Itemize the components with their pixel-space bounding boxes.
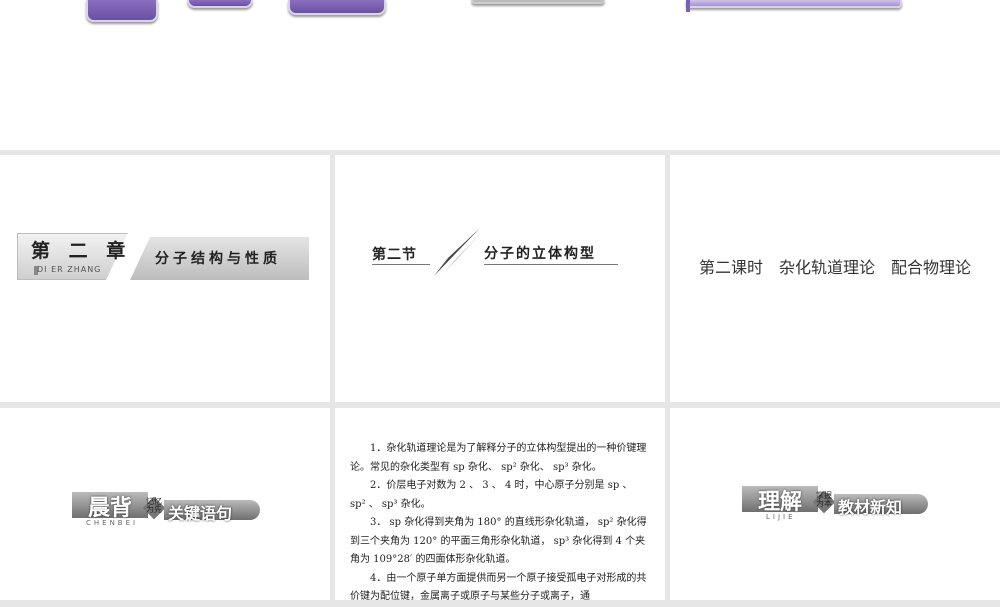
nav-button-1[interactable]: [86, 0, 158, 22]
badge-recite-tail: 关键语句: [168, 504, 233, 523]
nav-button-3[interactable]: [288, 0, 386, 15]
nav-button-5[interactable]: [686, 0, 902, 8]
section-slash-decoration: [434, 228, 482, 276]
badge-recite-pinyin: CHENBEI: [86, 519, 139, 527]
badge-recite-big: 晨背: [88, 496, 133, 521]
section-underline-right: [484, 264, 618, 265]
section-underline-left: [372, 264, 430, 265]
slide-lesson[interactable]: [670, 155, 1000, 402]
slide-section[interactable]: [335, 155, 665, 402]
key-point-1: 1．杂化轨道理论是为了解释分子的立体构型提出的一种价键理论。常见的杂化类型有 s…: [350, 443, 647, 473]
nav-bar-marker: [686, 0, 690, 12]
top-slide: [0, 0, 1000, 150]
chapter-banner: 第 二 章 DI ER ZHANG 分子结构与性质: [17, 233, 309, 280]
key-point-4: 4．由一个原子单方面提供而另一个原子接受孤电子对形成的共价键为配位键，金属离子或…: [350, 572, 647, 603]
section-number: 第二节: [372, 247, 417, 263]
nav-button-4[interactable]: [471, 0, 605, 4]
chapter-subtitle: DI ER ZHANG: [37, 265, 102, 274]
badge-understand-tail: 教材新知: [838, 498, 903, 517]
badge-understand-small: 掌握 为本: [816, 491, 832, 508]
lesson-title: 第二课时 杂化轨道理论 配合物理论: [698, 258, 971, 277]
badge-recite-small: 记忆 为先: [146, 497, 162, 514]
key-point-3: 3． sp 杂化得到夹角为 180° 的直线形杂化轨道， sp² 杂化得到三个夹…: [350, 517, 647, 565]
key-point-2: 2．价层电子对数为 2 、 3 、 4 时，中心原子分别是 sp 、 sp² 、…: [350, 480, 633, 510]
section-name: 分子的立体构型: [484, 246, 596, 262]
badge-understand-big: 理解: [758, 490, 803, 515]
nav-button-2[interactable]: [187, 0, 253, 8]
chapter-name: 分子结构与性质: [155, 251, 281, 267]
badge-understand-pinyin: LIJIE: [766, 513, 796, 521]
chapter-title: 第 二 章: [31, 240, 132, 262]
key-points-list: 1．杂化轨道理论是为了解释分子的立体构型提出的一种价键理论。常见的杂化类型有 s…: [350, 440, 648, 607]
